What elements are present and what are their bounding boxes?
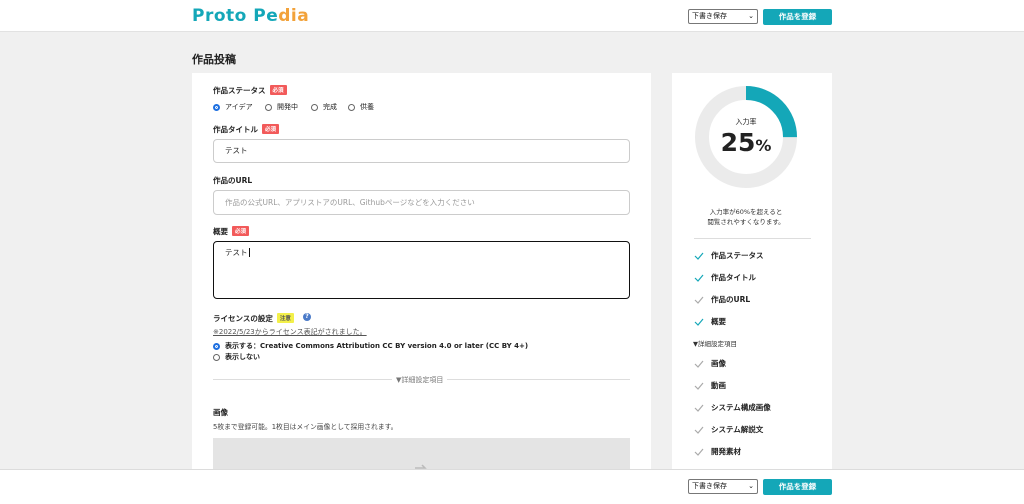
check-icon (694, 360, 704, 368)
checklist-item: 開発素材 (694, 446, 741, 457)
checklist-item-label: 画像 (711, 359, 726, 368)
progress-percent: 25% (720, 128, 772, 157)
summary-textarea[interactable]: テスト (213, 241, 630, 299)
checklist-item: システム構成画像 (694, 402, 771, 413)
status-label: 作品ステータス 必須 (213, 85, 287, 96)
url-label: 作品のURL (213, 176, 253, 185)
check-icon (694, 296, 704, 304)
checklist-item-label: 開発素材 (711, 447, 741, 456)
sidebar-divider (694, 238, 811, 239)
radio-icon (311, 103, 318, 111)
radio-icon (348, 103, 355, 111)
checklist-item-label: 概要 (711, 317, 726, 326)
checklist-item: 動画 (694, 380, 726, 391)
checklist-item: 作品タイトル (694, 272, 756, 283)
page-title: 作品投稿 (192, 53, 236, 66)
status-radio-idea[interactable]: アイデア (213, 102, 253, 112)
check-icon (694, 404, 704, 412)
protopedia-logo[interactable]: Proto Pedia (192, 6, 309, 26)
register-button[interactable]: 作品を登録 (763, 9, 832, 25)
title-input[interactable]: テスト (213, 139, 630, 163)
check-icon (694, 448, 704, 456)
license-label: ライセンスの設定 注意 (213, 313, 294, 324)
draft-save-select-bottom[interactable]: 下書き保存 ⌄ (688, 479, 758, 494)
draft-save-select[interactable]: 下書き保存 ⌄ (688, 9, 758, 24)
help-icon[interactable]: ? (303, 313, 311, 321)
check-icon (694, 318, 704, 326)
checklist-item-label: 作品のURL (711, 295, 751, 304)
checklist-item: 作品のURL (694, 294, 750, 305)
checklist-item-label: システム解説文 (711, 425, 764, 434)
status-radio-complete[interactable]: 完成 (311, 102, 337, 112)
check-icon (694, 426, 704, 434)
checklist-item: 作品ステータス (694, 250, 764, 261)
checklist-item-label: 作品ステータス (711, 251, 764, 260)
progress-label: 入力率 (735, 118, 757, 126)
chevron-down-icon: ⌄ (748, 12, 754, 20)
radio-icon (265, 103, 272, 111)
note-badge: 注意 (276, 313, 294, 323)
required-badge: 必須 (232, 226, 250, 236)
check-icon (694, 382, 704, 390)
progress-panel: 入力率 25% 入力率が60%を超えると 閲覧されやすくなります。 作品ステータス… (672, 73, 832, 493)
chevron-down-icon: ⌄ (748, 482, 754, 490)
register-button-bottom[interactable]: 作品を登録 (763, 479, 832, 495)
license-radio-show[interactable]: 表示する：Creative Commons Attribution CC BY … (213, 341, 528, 351)
checklist-item: 概要 (694, 316, 726, 327)
status-radio-developing[interactable]: 開発中 (265, 102, 298, 112)
bottom-bar: 下書き保存 ⌄ 作品を登録 (0, 469, 1024, 504)
checklist-item: 画像 (694, 358, 726, 369)
checklist-item-label: 動画 (711, 381, 726, 390)
image-description: 5枚まで登録可能。1枚目はメイン画像として採用されます。 (213, 423, 398, 431)
radio-icon (213, 353, 220, 361)
checklist-item-label: システム構成画像 (711, 403, 771, 412)
checklist-item-label: 作品タイトル (711, 273, 756, 282)
top-bar: Proto Pedia 下書き保存 ⌄ 作品を登録 (0, 0, 1024, 32)
license-radio-hide[interactable]: 表示しない (213, 352, 260, 362)
status-radio-memorial[interactable]: 供養 (348, 102, 374, 112)
check-icon (694, 252, 704, 260)
checklist-item: システム解説文 (694, 424, 763, 435)
details-toggle[interactable]: ▼詳細設定項目 (392, 375, 448, 385)
details-heading: ▼詳細設定項目 (693, 340, 737, 348)
license-notice[interactable]: ※2022/5/23からライセンス表記がされました。 (213, 327, 367, 337)
progress-hint: 入力率が60%を超えると 閲覧されやすくなります。 (707, 208, 785, 226)
radio-selected-icon (213, 342, 220, 350)
required-badge: 必須 (269, 85, 287, 95)
post-form: 作品ステータス 必須 アイデア 開発中 完成 供養 作品タイトル 必須 テスト 作品… (192, 73, 651, 493)
title-label: 作品タイトル 必須 (213, 124, 280, 135)
check-icon (694, 274, 704, 282)
radio-selected-icon (213, 103, 220, 111)
summary-label: 概要 必須 (213, 226, 250, 237)
url-input[interactable]: 作品の公式URL、アプリストアのURL、Githubページなどを入力ください (213, 190, 630, 215)
image-label: 画像 (213, 408, 228, 417)
required-badge: 必須 (262, 124, 280, 134)
